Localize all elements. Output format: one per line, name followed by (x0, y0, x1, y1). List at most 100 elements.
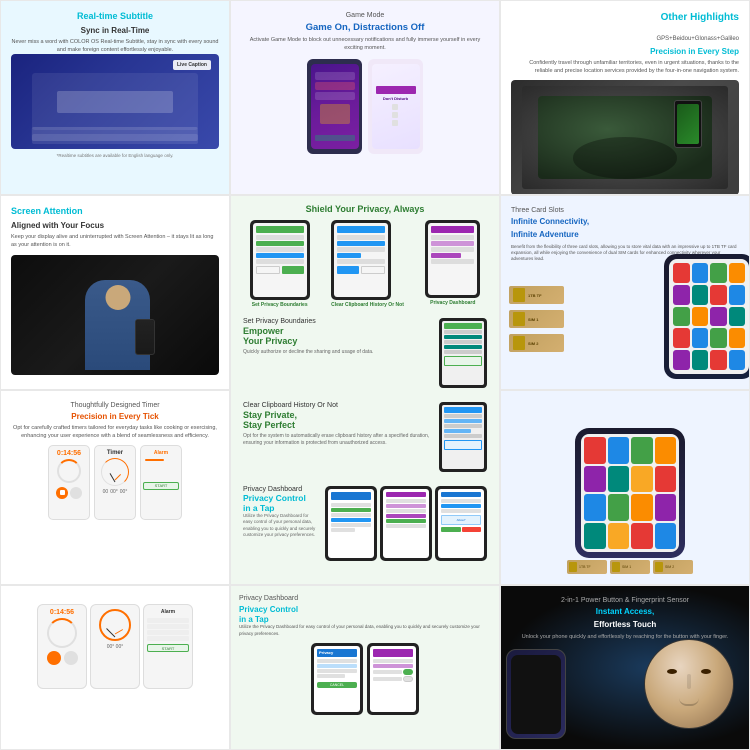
other-highlights-headline: Precision in Every Step (511, 47, 739, 57)
sim-card-2: SIM 1 (509, 310, 564, 328)
privacy-bottom-headline: Privacy Control in a Tap (239, 605, 491, 624)
timer-btn-pause[interactable] (70, 487, 82, 499)
timer-btn-stop[interactable] (56, 487, 68, 499)
timer-phone-3-btn[interactable]: START (155, 483, 168, 488)
privacy-dashboard-text: Privacy Dashboard Privacy Control in a T… (243, 486, 319, 561)
timer-ctrl-3: 00° (120, 489, 128, 495)
timer-clock-label: 00° 00° (107, 644, 124, 650)
game-phone-2-screen: Don't Disturb (372, 64, 420, 149)
pd-phone-1 (325, 486, 377, 561)
set-privacy-text: Set Privacy Boundaries Empower Your Priv… (243, 318, 431, 388)
ic-phone-wrapper: 1TB TF SIM 1 SIM 2 (511, 401, 739, 574)
power-button-cell: 2-in-1 Power Button & Fingerprint Sensor… (500, 585, 750, 750)
privacy-dashboard-tag: Privacy Dashboard (243, 486, 319, 493)
screen-attention-desc: Keep your display alive and uninterrupte… (11, 234, 219, 249)
live-caption-badge: Live Caption (173, 60, 211, 70)
gps-tag: GPS+Beidou+Glonass+Galileo (656, 36, 739, 42)
privacy-dashboard-headline: Privacy Control in a Tap (243, 493, 319, 513)
timer-analog-label: Timer (107, 450, 123, 456)
clear-clipboard-headline: Stay Private, Stay Perfect (243, 410, 431, 432)
game-mode-desc: Activate Game Mode to block out unnecess… (241, 37, 489, 52)
timer-phone-3-content: START (143, 458, 179, 490)
timer-bottom-alarm-content: START (147, 617, 189, 652)
pd-screen-2 (383, 489, 429, 558)
power-button-tag: 2-in-1 Power Button & Fingerprint Sensor (511, 596, 739, 605)
clear-clipboard-phone (439, 402, 487, 472)
timer-bottom-btn-1[interactable] (47, 651, 61, 665)
shield-privacy-headline: Shield Your Privacy, Always (239, 204, 491, 216)
infinite-connectivity-image-cell: 1TB TF SIM 1 SIM 2 (500, 390, 750, 585)
sim-chip-2 (513, 312, 525, 326)
timer-bottom-display: 0:14:56 (50, 609, 74, 616)
sim-chip-1 (513, 288, 525, 302)
realtime-subtitle-cell: Real-time Subtitle Sync in Real-Time Nev… (0, 0, 230, 195)
clear-clipboard-desc: Opt for the system to automatically eras… (243, 433, 431, 447)
timer-bottom-cell: 0:14:56 00° 00° Alarm (0, 585, 230, 750)
three-card-phone-container (644, 254, 750, 384)
game-phone-1 (307, 59, 362, 154)
clear-clipboard-phones (439, 402, 487, 472)
privacy-phone-2 (331, 220, 391, 300)
timer-buttons-1 (56, 487, 82, 499)
car-img-inner (522, 86, 727, 190)
sim-text-1: 1TB TF (528, 293, 542, 298)
face-recognition-circle (644, 639, 734, 729)
power-button-headline-1: Instant Access, (511, 607, 739, 617)
timer-controls: 00 00° 00° (103, 489, 128, 495)
sim-cards-container: 1TB TF SIM 1 SIM 2 (509, 284, 564, 354)
game-mode-cell: Game Mode Game On, Distractions Off Acti… (230, 0, 500, 195)
timer-analog-circle (101, 458, 129, 486)
timer-phone-2: Timer 00 00° 00° (94, 445, 136, 520)
car-navigation-image (511, 80, 739, 195)
timer-circle-1 (57, 459, 81, 483)
privacy-screens-row: Set Privacy Boundaries (239, 220, 491, 308)
nose-bridge (687, 674, 691, 689)
timer-clock-face (99, 609, 131, 641)
timer-tag: Thoughtfully Designed Timer (11, 401, 219, 410)
realtime-subtitle-note: *Realtime subtitles are available for En… (11, 153, 219, 158)
clear-clipboard-tag: Clear Clipboard History Or Not (243, 402, 431, 409)
privacy-dashboard-phones: Allow? (325, 486, 487, 561)
pd-screen-1 (328, 489, 374, 558)
realtime-subtitle-headline: Sync in Real-Time (11, 26, 219, 36)
ic-phone-body (575, 428, 685, 558)
three-card-slots-cell: Three Card Slots Infinite Connectivity, … (500, 195, 750, 390)
timer-bottom-circle (47, 618, 77, 648)
power-button-desc: Unlock your phone quickly and effortless… (511, 634, 739, 642)
ic-sim-3: SIM 2 (653, 560, 693, 574)
timer-bottom-phone-3: Alarm START (143, 604, 193, 689)
screen-attention-image (11, 255, 219, 375)
timer-bottom-phones: 0:14:56 00° 00° Alarm (11, 604, 219, 689)
screen-attention-cell: Screen Attention Aligned with Your Focus… (0, 195, 230, 390)
timer-bottom-btn-2[interactable] (64, 651, 78, 665)
ic-phone-container: 1TB TF SIM 1 SIM 2 (521, 428, 739, 574)
three-card-phone-body (664, 254, 750, 379)
clear-clipboard-text: Clear Clipboard History Or Not Stay Priv… (243, 402, 431, 472)
three-card-headline-2: Infinite Adventure (511, 230, 739, 240)
three-card-tag: Three Card Slots (511, 206, 739, 215)
privacy-phone-1 (250, 220, 310, 300)
timer-phone-3-label: Alarm (154, 450, 168, 456)
right-eye (701, 669, 711, 674)
game-phone-1-screen (311, 64, 359, 149)
realtime-subtitle-tag: Real-time Subtitle (11, 11, 219, 23)
ic-sim-text-2: SIM 1 (622, 565, 631, 569)
main-grid: Real-time Subtitle Sync in Real-Time Nev… (0, 0, 750, 750)
face-features (649, 644, 729, 724)
privacy-bottom-desc: Utilize the Privacy Dashboard for easy c… (239, 624, 491, 637)
timer-bottom-start-btn[interactable]: START (147, 644, 189, 652)
timer-desc: Opt for carefully crafted timers tailore… (11, 425, 219, 440)
timer-bottom-alarm-label: Alarm (161, 609, 175, 615)
mouth (679, 698, 699, 706)
ic-sim-2: SIM 1 (610, 560, 650, 574)
pd-phone-3: Allow? (435, 486, 487, 561)
other-highlights-cell: Other Highlights GPS+Beidou+Glonass+Gali… (500, 0, 750, 195)
privacy-bottom-screen-1: Privacy CANCEL (314, 646, 360, 712)
privacy-phone-3 (425, 220, 480, 298)
ic-sim-text-1: 1TB TF (579, 565, 591, 569)
set-privacy-tag: Set Privacy Boundaries (243, 318, 431, 325)
set-privacy-phones (439, 318, 487, 388)
power-button-content: 2-in-1 Power Button & Fingerprint Sensor… (511, 596, 739, 642)
screen-attention-headline: Aligned with Your Focus (11, 221, 219, 231)
three-card-headline-1: Infinite Connectivity, (511, 217, 739, 227)
